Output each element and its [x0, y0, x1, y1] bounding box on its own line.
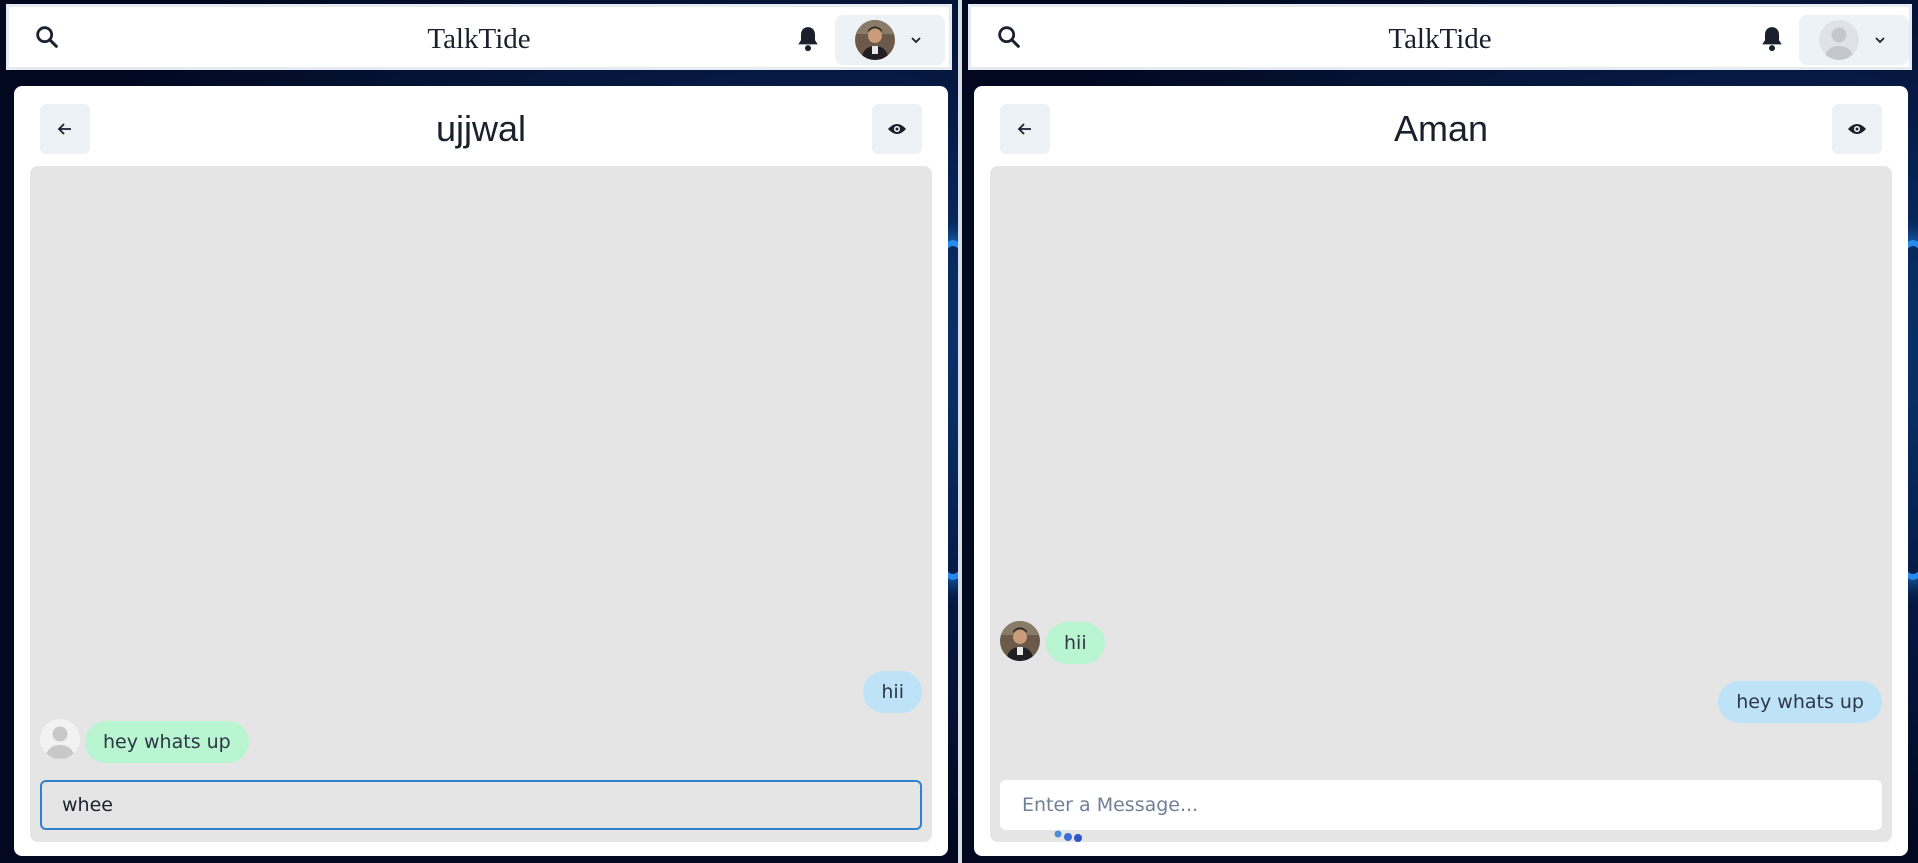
chevron-down-icon	[1875, 37, 1885, 44]
user-photo-avatar	[855, 20, 895, 60]
message-input[interactable]	[40, 780, 922, 830]
notification-button[interactable]	[1759, 25, 1785, 53]
bell-icon	[798, 27, 818, 52]
arrow-left-icon	[57, 123, 71, 135]
message-bubble-sent: hii	[863, 671, 922, 713]
search-icon	[36, 26, 58, 48]
profile-menu-button[interactable]	[835, 15, 945, 65]
top-navbar: TalkTide	[6, 4, 952, 70]
message-bubble-received: hey whats up	[85, 721, 249, 763]
message-area[interactable]: hii hey whats up	[990, 166, 1892, 842]
sender-avatar	[40, 719, 80, 759]
arrow-left-icon	[1017, 123, 1031, 135]
chat-box: Aman hii hey whats up	[974, 86, 1908, 856]
eye-icon	[1848, 124, 1866, 134]
message-bubble-received: hii	[1046, 622, 1105, 664]
view-profile-button[interactable]	[1832, 104, 1882, 154]
back-button[interactable]	[1000, 104, 1050, 154]
search-icon	[998, 26, 1020, 48]
chevron-down-icon	[911, 37, 921, 44]
chat-box: ujjwal hii hey whats up	[14, 86, 948, 856]
search-button[interactable]	[995, 23, 1023, 51]
view-profile-button[interactable]	[872, 104, 922, 154]
chat-title: ujjwal	[435, 108, 527, 149]
message-bubble-sent: hey whats up	[1718, 681, 1882, 723]
notification-button[interactable]	[795, 25, 821, 53]
right-window: TalkTide Aman hii hey whats up	[962, 0, 1918, 863]
message-area[interactable]: hii hey whats up	[30, 166, 932, 842]
search-button[interactable]	[33, 23, 61, 51]
bell-icon	[1762, 27, 1782, 52]
profile-menu-button[interactable]	[1799, 15, 1909, 65]
sender-avatar	[1000, 621, 1040, 661]
message-input[interactable]	[1000, 780, 1882, 830]
back-button[interactable]	[40, 104, 90, 154]
left-window: TalkTide ujjwal hii hey whats up	[0, 0, 958, 863]
eye-icon	[888, 124, 906, 134]
default-user-avatar	[1819, 20, 1859, 60]
top-navbar: TalkTide	[968, 4, 1912, 70]
chat-title: Aman	[1393, 108, 1489, 149]
